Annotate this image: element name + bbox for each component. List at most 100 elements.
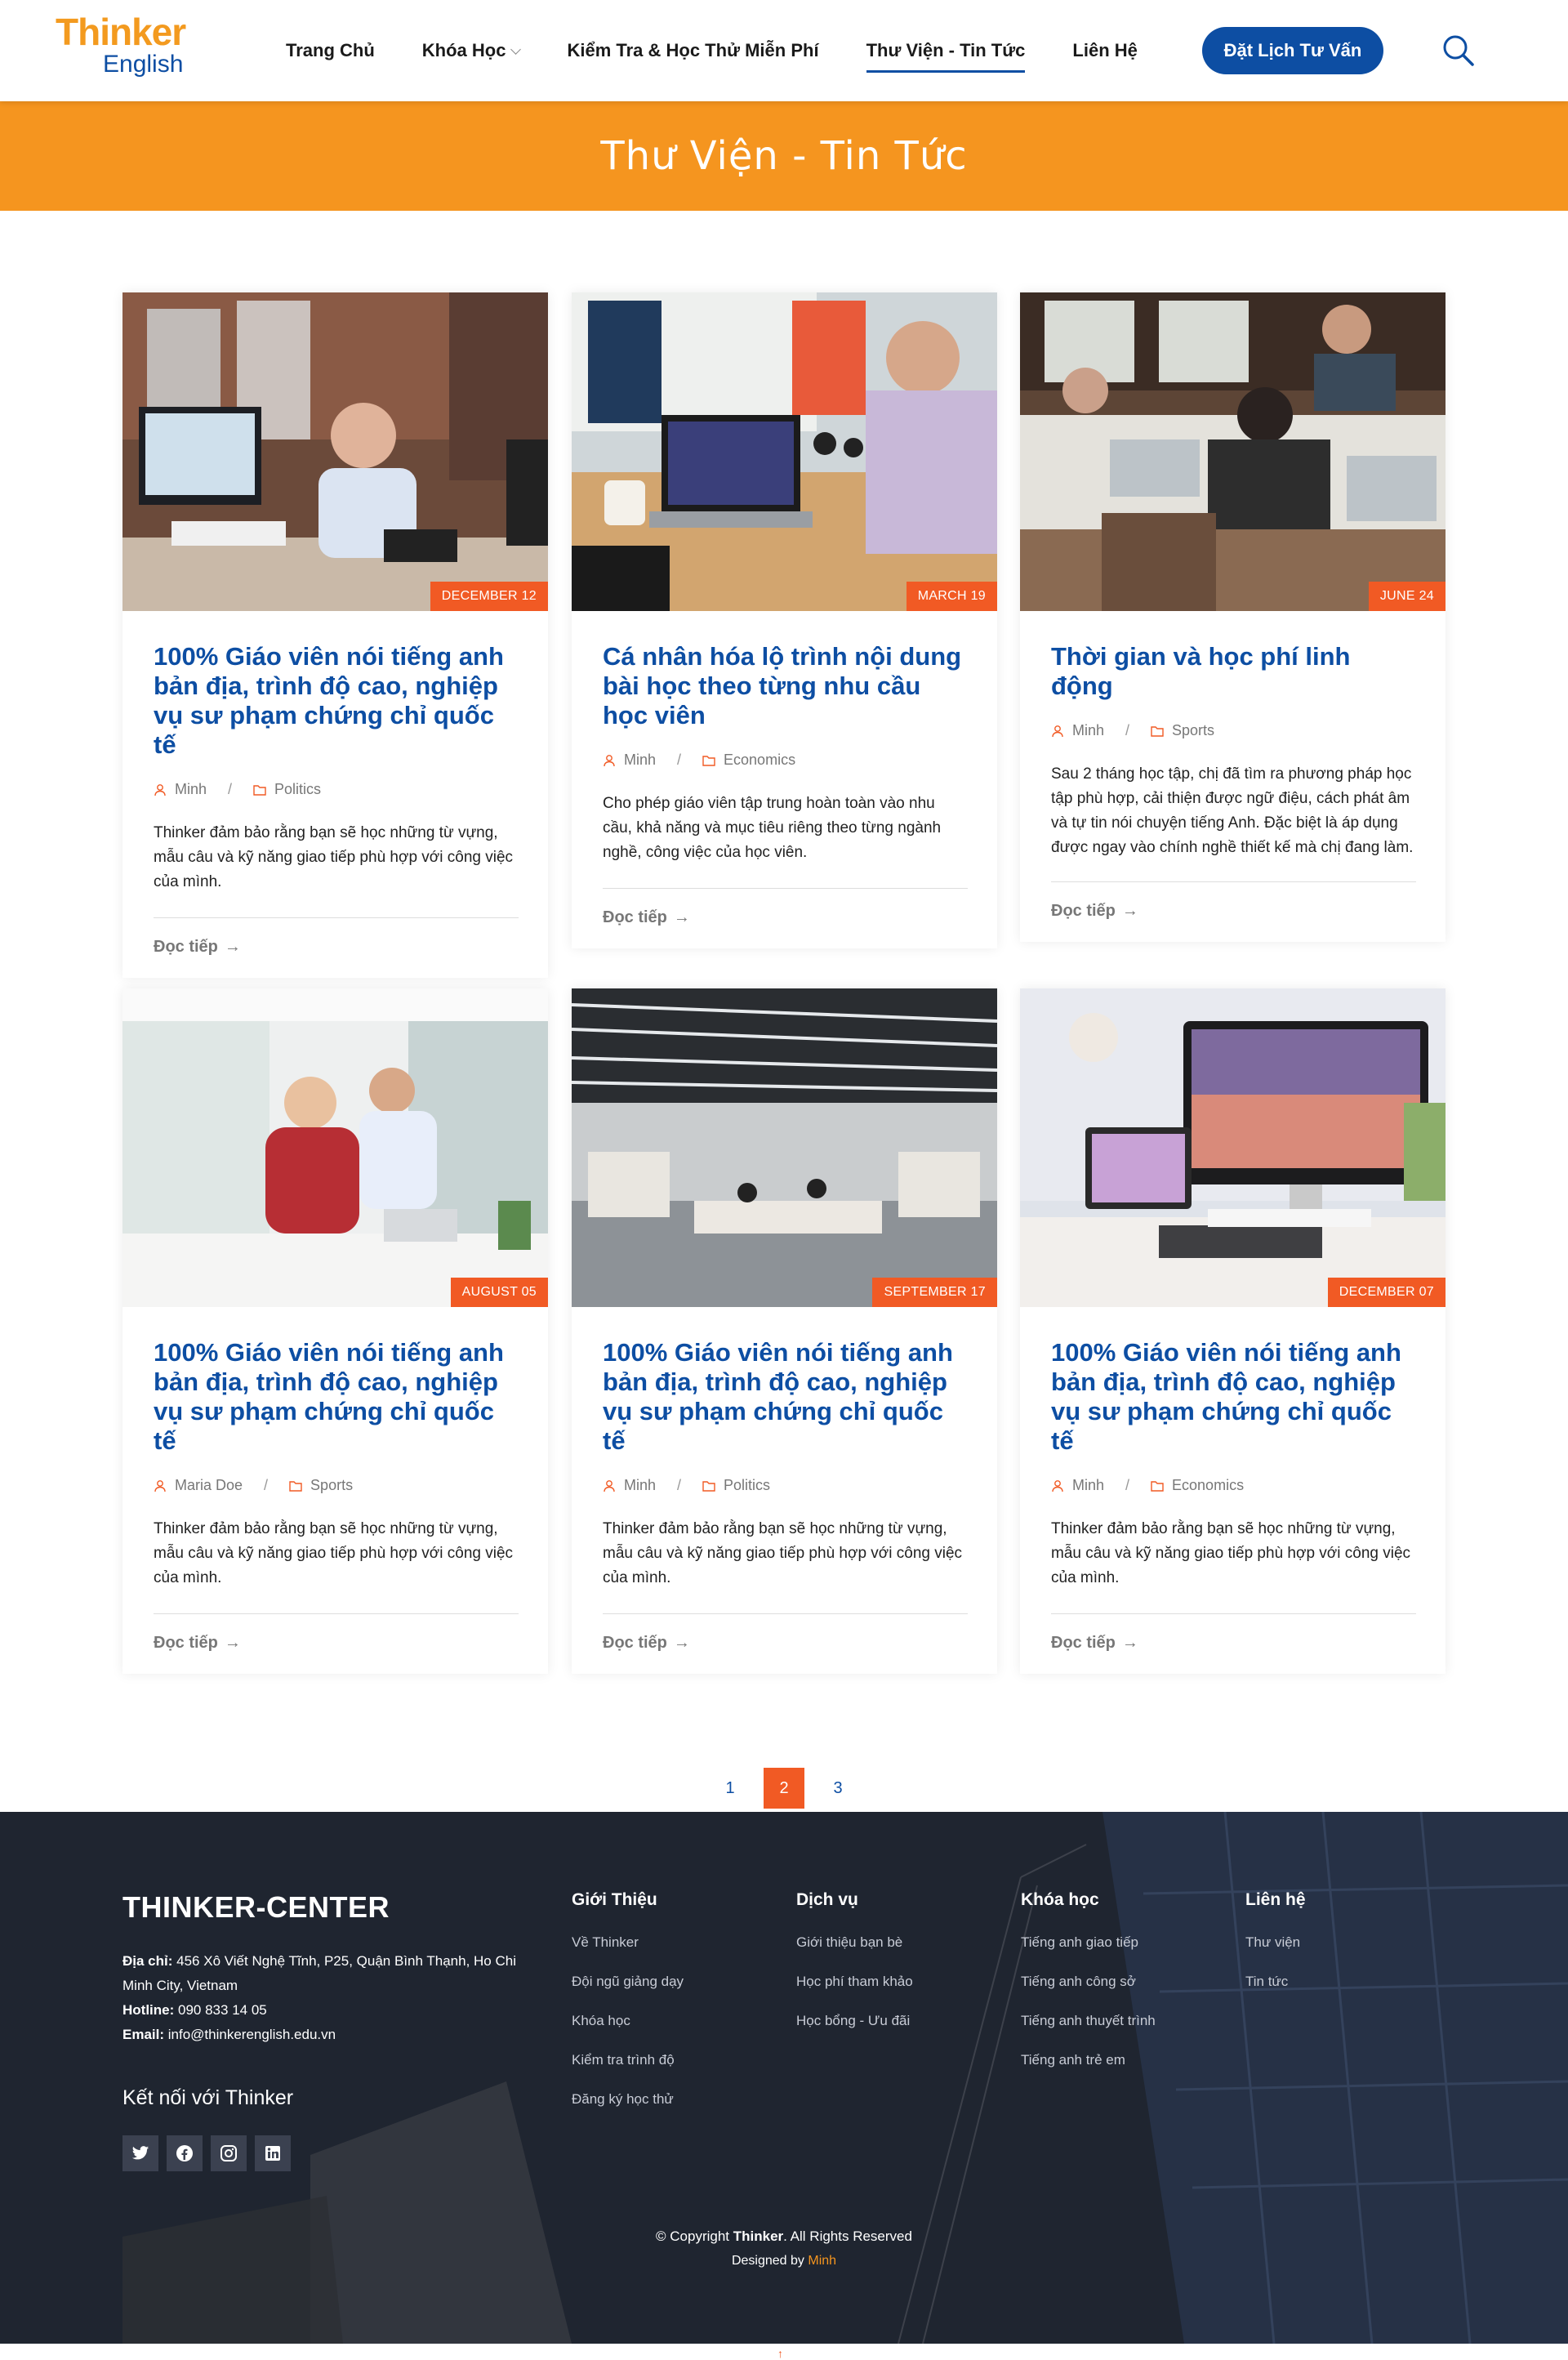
address-value: 456 Xô Viết Nghệ Tĩnh, P25, Quận Bình Th…	[122, 1953, 516, 1993]
footer-link[interactable]: Học phí tham khảo	[796, 1974, 913, 1990]
meta-separator: /	[677, 752, 682, 768]
arrow-right-icon: →	[673, 908, 690, 926]
footer-link[interactable]: Tiếng anh giao tiếp	[1021, 1934, 1156, 1951]
copyright-brand: Thinker	[733, 2228, 784, 2244]
instagram-icon[interactable]	[211, 2135, 247, 2171]
post-title[interactable]: 100% Giáo viên nói tiếng anh bản địa, tr…	[1051, 1338, 1416, 1456]
footer-link[interactable]: Giới thiệu bạn bè	[796, 1934, 913, 1951]
footer-link[interactable]: Tin tức	[1245, 1974, 1306, 1990]
user-icon	[603, 1479, 616, 1492]
read-more-link[interactable]: Đọc tiếp →	[154, 1614, 241, 1674]
footer-col-contact: Liên hệ Thư viện Tin tức	[1245, 1890, 1306, 2013]
post-image[interactable]: DECEMBER 07	[1020, 988, 1446, 1307]
footer-link[interactable]: Tiếng anh trẻ em	[1021, 2052, 1156, 2068]
read-more-label: Đọc tiếp	[154, 938, 218, 956]
nav-library-news[interactable]: Thư Viện - Tin Tức	[866, 32, 1025, 73]
post-category[interactable]: Sports	[310, 1477, 353, 1494]
nav-home[interactable]: Trang Chủ	[286, 32, 375, 69]
footer-link[interactable]: Học bổng - Ưu đãi	[796, 2013, 913, 2029]
footer-address: Địa chỉ: 456 Xô Viết Nghệ Tĩnh, P25, Quậ…	[122, 1949, 539, 1998]
footer-col-about: Giới Thiệu Về Thinker Đội ngũ giảng dạy …	[572, 1890, 684, 2130]
post-date: DECEMBER 12	[430, 582, 548, 611]
site-header: Thinker English Trang Chủ Khóa Học Kiểm …	[0, 0, 1568, 101]
post-author[interactable]: Maria Doe	[175, 1477, 243, 1494]
hotline-value[interactable]: 090 833 14 05	[178, 2002, 267, 2018]
page-title: Thư Viện - Tin Tức	[600, 133, 968, 179]
read-more-link[interactable]: Đọc tiếp →	[154, 918, 241, 978]
footer-link[interactable]: Thư viện	[1245, 1934, 1306, 1951]
post-card: SEPTEMBER 17 100% Giáo viên nói tiếng an…	[572, 988, 997, 1674]
address-label: Địa chỉ:	[122, 1953, 173, 1969]
page-link-3[interactable]: 3	[817, 1768, 858, 1809]
post-image[interactable]: MARCH 19	[572, 292, 997, 611]
post-author[interactable]: Minh	[175, 781, 207, 798]
twitter-icon[interactable]	[122, 2135, 158, 2171]
footer-email: Email: info@thinkerenglish.edu.vn	[122, 2023, 539, 2047]
post-title[interactable]: 100% Giáo viên nói tiếng anh bản địa, tr…	[603, 1338, 968, 1456]
footer-link[interactable]: Về Thinker	[572, 1934, 684, 1951]
post-category[interactable]: Politics	[274, 781, 321, 798]
footer-col-title: Liên hệ	[1245, 1890, 1306, 1909]
user-icon	[154, 783, 167, 796]
site-logo[interactable]: Thinker English	[56, 11, 186, 87]
post-author[interactable]: Minh	[624, 1477, 656, 1494]
post-title[interactable]: 100% Giáo viên nói tiếng anh bản địa, tr…	[154, 642, 519, 760]
page-link-2-current[interactable]: 2	[764, 1768, 804, 1809]
designed-by-prefix: Designed by	[731, 2254, 804, 2268]
post-image[interactable]: AUGUST 05	[122, 988, 548, 1307]
page-link-1[interactable]: 1	[710, 1768, 751, 1809]
post-card: JUNE 24 Thời gian và học phí linh động M…	[1020, 292, 1446, 942]
folder-icon	[702, 1479, 715, 1492]
read-more-link[interactable]: Đọc tiếp →	[1051, 1614, 1138, 1674]
designer-name[interactable]: Minh	[808, 2254, 836, 2268]
post-image[interactable]: SEPTEMBER 17	[572, 988, 997, 1307]
post-meta: Minh / Politics	[603, 1477, 968, 1494]
book-consultation-button[interactable]: Đặt Lịch Tư Vấn	[1202, 27, 1383, 74]
footer-link[interactable]: Tiếng anh thuyết trình	[1021, 2013, 1156, 2029]
post-category[interactable]: Economics	[1172, 1477, 1244, 1494]
search-icon[interactable]	[1441, 33, 1477, 69]
folder-icon	[1151, 725, 1164, 738]
post-image[interactable]: JUNE 24	[1020, 292, 1446, 611]
email-value[interactable]: info@thinkerenglish.edu.vn	[168, 2027, 336, 2042]
designed-by: Designed by Minh	[0, 2254, 1568, 2269]
hotline-label: Hotline:	[122, 2002, 175, 2018]
footer-link[interactable]: Đăng ký học thử	[572, 2091, 684, 2108]
post-title[interactable]: Thời gian và học phí linh động	[1051, 642, 1416, 701]
footer-link[interactable]: Tiếng anh công sở	[1021, 1974, 1156, 1990]
post-excerpt: Thinker đảm bảo rằng bạn sẽ học những từ…	[154, 1520, 514, 1586]
post-date: JUNE 24	[1368, 582, 1446, 611]
read-more-link[interactable]: Đọc tiếp →	[603, 1614, 690, 1674]
nav-contact[interactable]: Liên Hệ	[1072, 32, 1137, 69]
post-category[interactable]: Politics	[724, 1477, 770, 1494]
footer-link[interactable]: Khóa học	[572, 2013, 684, 2029]
footer-link[interactable]: Đội ngũ giảng dạy	[572, 1974, 684, 1990]
read-more-link[interactable]: Đọc tiếp →	[603, 889, 690, 948]
pagination: 1 2 3	[0, 1768, 1568, 1809]
logo-wordmark: Thinker	[56, 11, 186, 53]
logo-subtitle: English	[103, 51, 184, 78]
read-more-link[interactable]: Đọc tiếp →	[1051, 882, 1138, 942]
meta-separator: /	[1125, 1477, 1130, 1493]
post-author[interactable]: Minh	[1072, 1477, 1104, 1494]
main-nav: Trang Chủ Khóa Học Kiểm Tra & Học Thử Mi…	[286, 0, 1185, 101]
email-label: Email:	[122, 2027, 165, 2042]
nav-courses[interactable]: Khóa Học	[422, 32, 522, 69]
read-more-label: Đọc tiếp	[1051, 902, 1116, 920]
post-meta: Minh / Sports	[1051, 722, 1416, 739]
post-meta: Minh / Economics	[1051, 1477, 1416, 1494]
footer-link[interactable]: Kiểm tra trình độ	[572, 2052, 684, 2068]
read-more-label: Đọc tiếp	[1051, 1634, 1116, 1652]
post-title[interactable]: Cá nhân hóa lộ trình nội dung bài học th…	[603, 642, 968, 730]
post-category[interactable]: Sports	[1172, 722, 1214, 739]
post-category[interactable]: Economics	[724, 752, 795, 769]
facebook-icon[interactable]	[167, 2135, 203, 2171]
nav-free-test[interactable]: Kiểm Tra & Học Thử Miễn Phí	[567, 32, 818, 69]
post-image[interactable]: DECEMBER 12	[122, 292, 548, 611]
post-author[interactable]: Minh	[624, 752, 656, 769]
linkedin-icon[interactable]	[255, 2135, 291, 2171]
post-meta: Maria Doe / Sports	[154, 1477, 519, 1494]
post-author[interactable]: Minh	[1072, 722, 1104, 739]
post-title[interactable]: 100% Giáo viên nói tiếng anh bản địa, tr…	[154, 1338, 519, 1456]
meta-separator: /	[264, 1477, 269, 1493]
